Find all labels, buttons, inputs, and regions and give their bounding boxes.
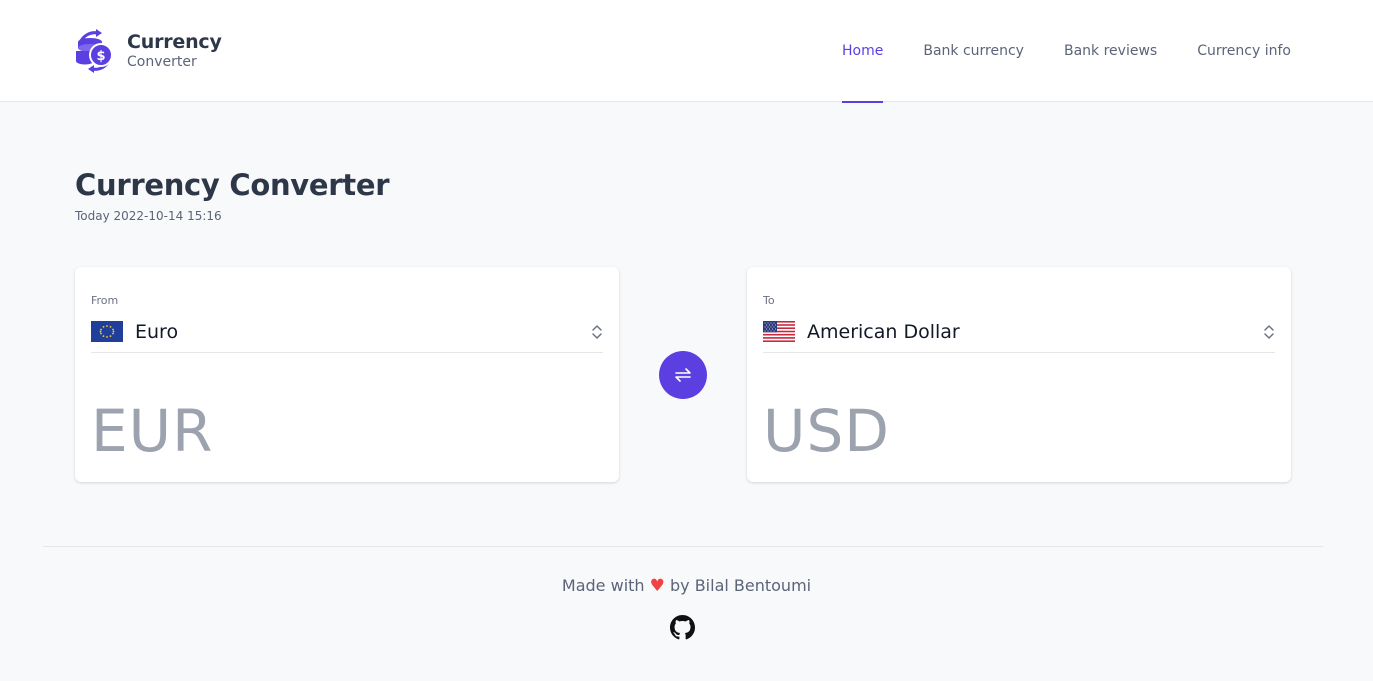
chevron-up-down-icon xyxy=(592,324,602,339)
from-currency-select[interactable]: Euro xyxy=(91,311,603,353)
to-currency-name: American Dollar xyxy=(807,320,960,343)
main-nav: Home Bank currency Bank reviews Currency… xyxy=(802,0,1291,103)
from-label: From xyxy=(91,294,119,307)
heart-icon: ♥ xyxy=(649,576,665,596)
swap-arrows-icon xyxy=(675,368,691,382)
to-currency-card: To American Dollar USD xyxy=(747,267,1291,482)
us-flag-icon xyxy=(763,321,795,342)
svg-text:$: $ xyxy=(96,49,105,64)
to-currency-select[interactable]: American Dollar xyxy=(763,311,1275,353)
coins-exchange-icon: $ xyxy=(76,29,113,73)
nav-item-bank-currency[interactable]: Bank currency xyxy=(923,0,1024,102)
github-icon[interactable] xyxy=(670,615,695,640)
nav-item-currency-info[interactable]: Currency info xyxy=(1197,0,1291,102)
swap-button[interactable] xyxy=(659,351,707,399)
page-title: Currency Converter xyxy=(75,168,390,202)
to-label: To xyxy=(763,294,775,307)
footer-divider xyxy=(43,546,1323,547)
chevron-up-down-icon xyxy=(1264,324,1274,339)
footer-made-with: Made with xyxy=(561,576,645,595)
page-date: Today 2022-10-14 15:16 xyxy=(75,209,222,223)
from-currency-card: From Euro EUR xyxy=(75,267,619,482)
brand-logo[interactable]: $ Currency Converter xyxy=(74,29,222,73)
brand-subtitle: Converter xyxy=(127,54,197,70)
from-currency-name: Euro xyxy=(135,320,179,343)
top-header: $ Currency Converter Home Bank currency … xyxy=(0,0,1373,103)
to-amount-code[interactable]: USD xyxy=(763,397,890,465)
nav-item-bank-reviews[interactable]: Bank reviews xyxy=(1064,0,1157,102)
eu-flag-icon xyxy=(91,321,123,342)
nav-item-home[interactable]: Home xyxy=(842,0,884,103)
brand-title: Currency xyxy=(127,31,222,53)
footer-author: by Bilal Bentoumi xyxy=(669,576,812,595)
from-amount-code[interactable]: EUR xyxy=(91,397,213,465)
footer-credit: Made with ♥ by Bilal Bentoumi xyxy=(0,576,1373,596)
